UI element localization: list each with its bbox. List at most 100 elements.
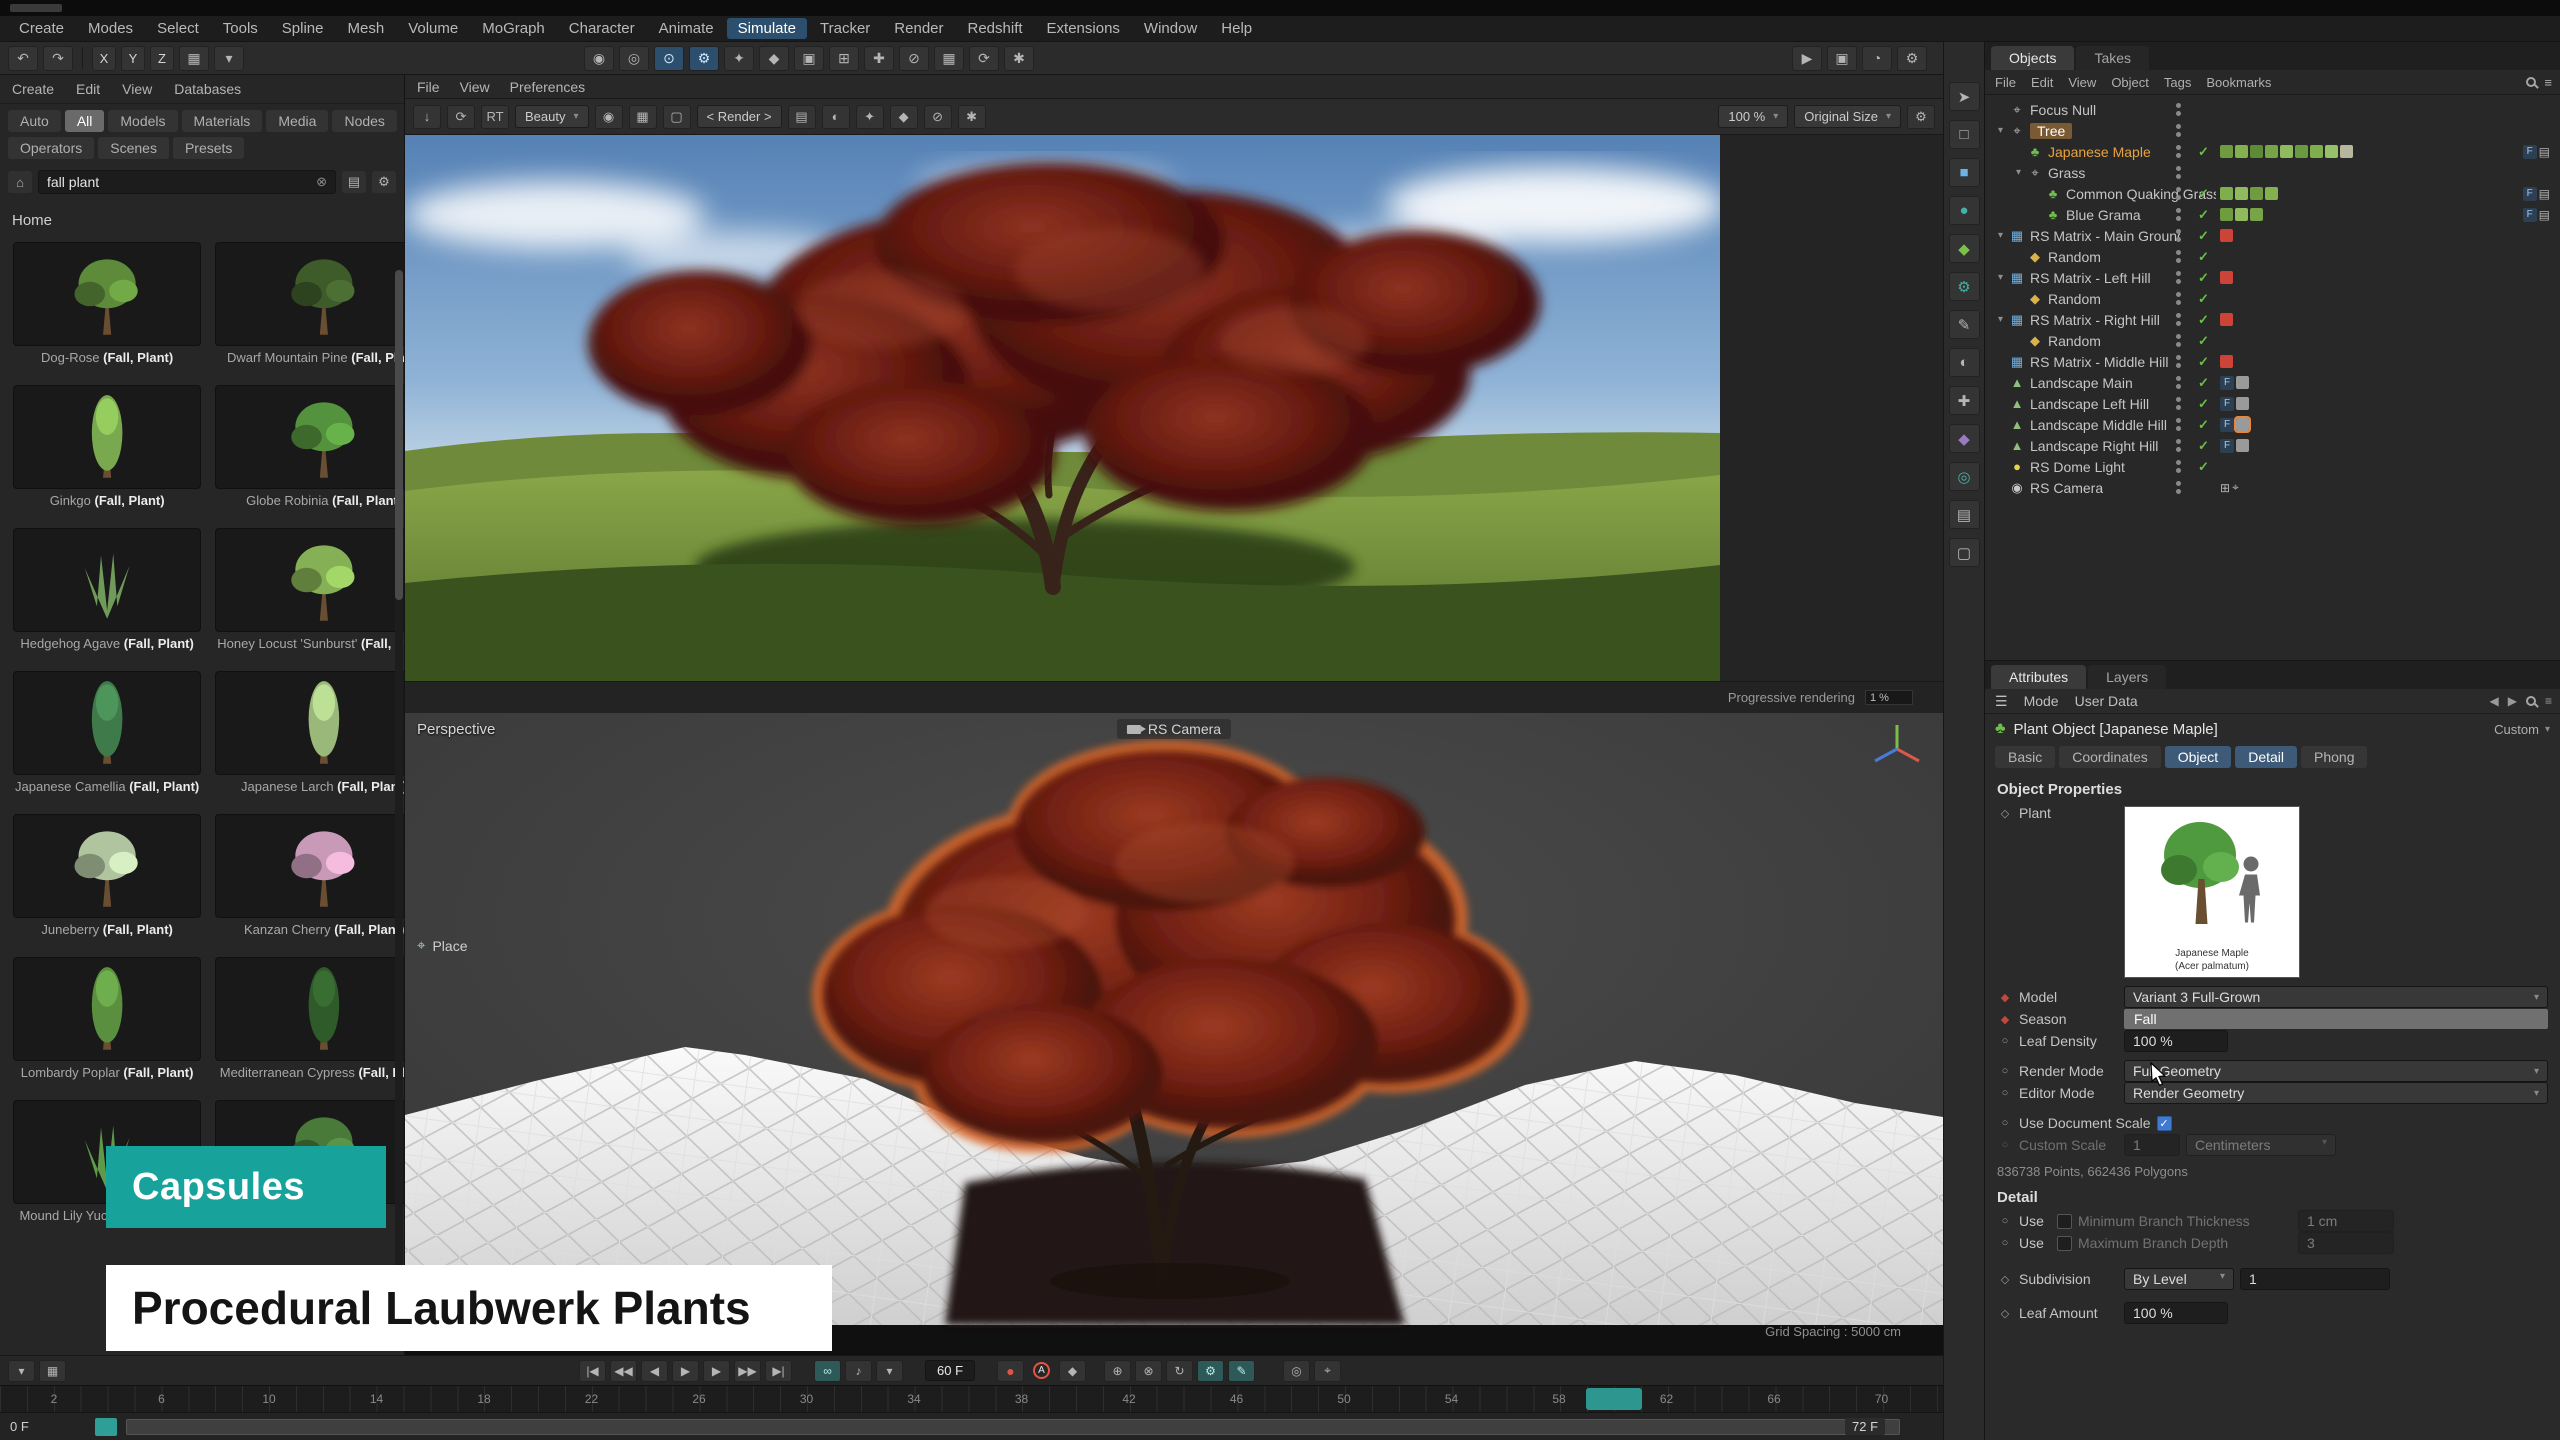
enabled-check-icon[interactable]: ✓ <box>2198 333 2209 349</box>
detail-maximum-branch-depth-checkbox[interactable] <box>2057 1236 2072 1251</box>
section-tab-basic[interactable]: Basic <box>1995 746 2055 768</box>
object-row-random[interactable]: Random ✓ <box>1985 246 2560 267</box>
goto-start-button[interactable]: |◀ <box>579 1360 606 1382</box>
plant-preview-thumbnail[interactable]: Japanese Maple (Acer palmatum) <box>2124 806 2300 978</box>
magnet-tool-icon[interactable]: ◐ <box>1949 348 1980 377</box>
material-chip[interactable] <box>2220 355 2233 368</box>
keyframe-marker[interactable]: ○ <box>1997 1237 2013 1249</box>
material-chip[interactable] <box>2265 145 2278 158</box>
enabled-check-icon[interactable]: ✓ <box>2198 228 2209 244</box>
asset-item-lombardy-poplar[interactable]: Lombardy Poplar (Fall, Plant) <box>10 954 204 1083</box>
asset-menu-create[interactable]: Create <box>12 81 54 97</box>
filter-tab-media[interactable]: Media <box>266 110 328 132</box>
attr-leaf-density-field[interactable]: 100 % <box>2124 1030 2228 1052</box>
tag-icon[interactable]: ⌖ <box>2232 480 2239 495</box>
axis-lock-x[interactable]: X <box>92 46 116 71</box>
keyframe-marker[interactable]: ○ <box>1997 1117 2013 1129</box>
volume-tool-icon[interactable]: ◆ <box>1949 424 1980 453</box>
pixel-probe-icon[interactable]: ◉ <box>595 105 623 129</box>
attr-custom-scale-field[interactable]: 1 <box>2124 1134 2180 1156</box>
object-row-rs-dome-light[interactable]: RS Dome Light✓ <box>1985 456 2560 477</box>
tab-takes[interactable]: Takes <box>2076 46 2149 70</box>
material-chip[interactable] <box>2220 208 2233 221</box>
visibility-dots[interactable] <box>2176 481 2181 494</box>
material-chip[interactable] <box>2235 145 2248 158</box>
render-menu-file[interactable]: File <box>417 79 440 95</box>
timeline-options-icon[interactable]: ▾ <box>8 1360 35 1382</box>
object-row-japanese-maple[interactable]: Japanese Maple✓F▤ <box>1985 141 2560 162</box>
sim-grid-icon[interactable]: ▦ <box>934 46 964 71</box>
record-pla-toggle[interactable]: ✎ <box>1228 1360 1255 1382</box>
axis-gizmo[interactable] <box>1867 719 1927 783</box>
sim-deflector-icon[interactable]: ⊘ <box>899 46 929 71</box>
object-row-random[interactable]: Random✓ <box>1985 288 2560 309</box>
timeline-magnify-icon[interactable]: ▦ <box>39 1360 66 1382</box>
asset-item-kanzan-cherry[interactable]: Kanzan Cherry (Fall, Plant) <box>212 811 405 940</box>
range-end-field[interactable]: 72 F <box>1845 1418 1885 1435</box>
object-row-rs-matrix-main-ground[interactable]: ▾RS Matrix - Main Ground✓ <box>1985 225 2560 246</box>
next-key-button[interactable]: ▶▶ <box>734 1360 761 1382</box>
scrollbar-thumb[interactable] <box>395 270 403 600</box>
snap-toggle[interactable]: ⌖ <box>1314 1360 1341 1382</box>
detail-minimum-branch-thickness-field[interactable]: 1 cm <box>2298 1210 2394 1232</box>
sim-attractor-icon[interactable]: ✦ <box>724 46 754 71</box>
texture-tag-icon[interactable]: F <box>2220 376 2234 390</box>
visibility-dots[interactable] <box>2176 376 2181 389</box>
attr-custom-scale-unit-dropdown[interactable]: Centimeters▾ <box>2186 1134 2336 1156</box>
om-menu-tags[interactable]: Tags <box>2164 75 2191 90</box>
render-menu-view[interactable]: View <box>460 79 490 95</box>
material-chip[interactable] <box>2220 145 2233 158</box>
hamburger-icon[interactable]: ☰ <box>1995 693 2008 710</box>
filter-tab-nodes[interactable]: Nodes <box>332 110 396 132</box>
sim-cloth-icon[interactable]: ◉ <box>584 46 614 71</box>
search-input[interactable]: fall plant ⊗ <box>38 170 336 194</box>
object-row-rs-matrix-right-hill[interactable]: ▾RS Matrix - Right Hill✓ <box>1985 309 2560 330</box>
menu-help[interactable]: Help <box>1210 18 1263 39</box>
image-size-dropdown[interactable]: Original Size▾ <box>1794 105 1901 128</box>
sim-emitter-icon[interactable]: ✚ <box>864 46 894 71</box>
visibility-dots[interactable] <box>2176 208 2181 221</box>
sim-particles-icon[interactable]: ✱ <box>1004 46 1034 71</box>
attr-editor-mode-dropdown[interactable]: Render Geometry▾ <box>2124 1082 2548 1104</box>
texture-tag-icon[interactable]: F <box>2220 439 2234 453</box>
detail-maximum-branch-depth-field[interactable]: 3 <box>2298 1232 2394 1254</box>
visibility-dots[interactable] <box>2176 187 2181 200</box>
keyframe-selection-button[interactable]: ◆ <box>1059 1360 1086 1382</box>
object-label[interactable]: Random <box>2048 249 2101 265</box>
enabled-check-icon[interactable]: ✓ <box>2198 249 2209 265</box>
material-chip[interactable] <box>2220 271 2233 284</box>
panel-menu-icon[interactable]: ≡ <box>2544 75 2552 90</box>
section-tab-object[interactable]: Object <box>2165 746 2231 768</box>
render-view-button[interactable]: ▶ <box>1792 46 1822 71</box>
enabled-check-icon[interactable]: ✓ <box>2198 270 2209 286</box>
attr-season-dropdown[interactable]: Fall <box>2124 1009 2548 1029</box>
enabled-check-icon[interactable]: ✓ <box>2198 354 2209 370</box>
menu-spline[interactable]: Spline <box>271 18 335 39</box>
material-chip[interactable] <box>2340 145 2353 158</box>
axis-center-icon[interactable]: ✚ <box>1949 386 1980 415</box>
object-label[interactable]: Landscape Main <box>2030 375 2133 391</box>
current-frame-field[interactable]: 60 F <box>925 1360 975 1381</box>
visibility-dots[interactable] <box>2176 334 2181 347</box>
attr-model-dropdown[interactable]: Variant 3 Full-Grown▾ <box>2124 986 2548 1008</box>
visibility-dots[interactable] <box>2176 397 2181 410</box>
attr-use-document-scale-checkbox[interactable]: ✓ <box>2157 1116 2172 1131</box>
custom-dropdown[interactable]: Custom▾ <box>2494 722 2550 737</box>
category-tab-scenes[interactable]: Scenes <box>98 137 169 159</box>
filter-tab-materials[interactable]: Materials <box>182 110 263 132</box>
layer-tool-icon[interactable]: ▤ <box>1949 500 1980 529</box>
menu-extensions[interactable]: Extensions <box>1036 18 1131 39</box>
menu-mograph[interactable]: MoGraph <box>471 18 556 39</box>
record-parameter-toggle[interactable]: ⚙ <box>1197 1360 1224 1382</box>
asset-item-dwarf-mountain-pine[interactable]: Dwarf Mountain Pine (Fall, Plant) <box>212 239 405 368</box>
object-label[interactable]: Landscape Left Hill <box>2030 396 2149 412</box>
asset-item-japanese-camellia[interactable]: Japanese Camellia (Fall, Plant) <box>10 668 204 797</box>
loop-toggle[interactable]: ∞ <box>814 1360 841 1382</box>
om-menu-bookmarks[interactable]: Bookmarks <box>2206 75 2271 90</box>
select-tool-icon[interactable]: ➤ <box>1949 82 1980 111</box>
workplane-icon[interactable]: ▦ <box>179 46 209 71</box>
menu-animate[interactable]: Animate <box>648 18 725 39</box>
section-tab-phong[interactable]: Phong <box>2301 746 2367 768</box>
visibility-dots[interactable] <box>2176 250 2181 263</box>
material-chip[interactable] <box>2250 208 2263 221</box>
